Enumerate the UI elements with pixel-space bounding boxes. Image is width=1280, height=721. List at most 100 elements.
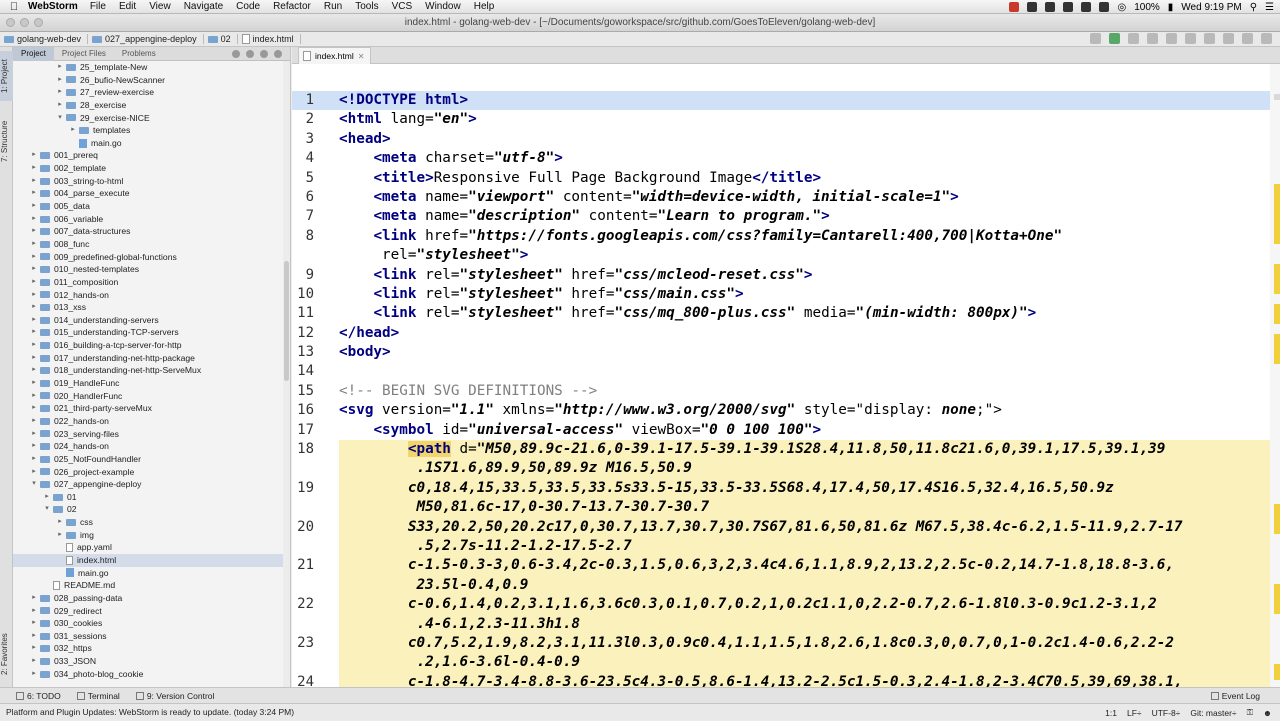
tree-file[interactable]: app.yaml [13,541,290,554]
collapsed-arrow-icon[interactable]: ▸ [30,617,38,630]
collapse-all-icon[interactable] [246,50,254,58]
tab-favorites-tool[interactable]: 2: Favorites [0,627,13,682]
tree-folder[interactable]: ▸ 009_predefined-global-functions [13,251,290,264]
menu-window[interactable]: Window [425,1,461,12]
help-icon[interactable] [1261,33,1272,44]
battery-percent[interactable]: 100% [1134,2,1160,13]
gear-icon[interactable] [260,50,268,58]
scroll-marker[interactable] [1274,184,1280,244]
collapsed-arrow-icon[interactable]: ▸ [30,251,38,264]
panel-tab-project[interactable]: Project [13,47,54,61]
tree-folder[interactable]: ▸ css [13,516,290,529]
tab-version-control[interactable]: 9: Version Control [135,691,214,701]
collapsed-arrow-icon[interactable]: ▸ [30,326,38,339]
close-tab-icon[interactable]: ✕ [358,52,365,61]
collapsed-arrow-icon[interactable]: ▸ [30,225,38,238]
line-separator[interactable]: LF÷ [1127,708,1142,718]
expanded-arrow-icon[interactable]: ▾ [56,112,64,125]
git-branch[interactable]: Git: master÷ [1190,708,1236,718]
collapsed-arrow-icon[interactable]: ▸ [30,605,38,618]
collapsed-arrow-icon[interactable]: ▸ [30,655,38,668]
code-line[interactable]: 22 c-0.6,1.4,0.2,3.1,1.6,3.6c0.3,0.1,0.7… [292,595,1280,635]
tree-folder[interactable]: ▸ 006_variable [13,213,290,226]
editor-scrollbar[interactable] [1270,64,1280,687]
tree-folder[interactable]: ▸ 007_data-structures [13,225,290,238]
code-line[interactable]: 20 S33,20.2,50,20.2c17,0,30.7,13.7,30.7,… [292,517,1280,557]
coverage-icon[interactable] [1147,33,1158,44]
collapsed-arrow-icon[interactable]: ▸ [69,124,77,137]
battery-icon[interactable]: ▮ [1168,2,1174,13]
editor-tab-index-html[interactable]: index.html ✕ [298,47,372,64]
record-icon[interactable] [1009,2,1020,12]
code-area[interactable]: 1 <!DOCTYPE html> 2 <html lang="en"> 3 <head>… [292,91,1280,687]
menu-help[interactable]: Help [474,1,495,12]
debug-icon[interactable] [1128,33,1139,44]
collapsed-arrow-icon[interactable]: ▸ [30,668,38,681]
code-line[interactable]: 13 <body> [292,343,1280,362]
collapsed-arrow-icon[interactable]: ▸ [30,187,38,200]
collapsed-arrow-icon[interactable]: ▸ [56,99,64,112]
tree-folder[interactable]: ▸ 025_NotFoundHandler [13,453,290,466]
collapsed-arrow-icon[interactable]: ▸ [30,263,38,276]
collapsed-arrow-icon[interactable]: ▸ [30,289,38,302]
collapsed-arrow-icon[interactable]: ▸ [30,453,38,466]
menu-list-icon[interactable]: ☰ [1265,2,1274,13]
tray-app-icon[interactable] [1045,2,1056,12]
code-line[interactable]: 2 <html lang="en"> [292,110,1280,129]
code-line[interactable]: 5 <title>Responsive Full Page Background… [292,169,1280,188]
menu-run[interactable]: Run [324,1,342,12]
collapsed-arrow-icon[interactable]: ▸ [30,162,38,175]
tree-folder[interactable]: ▸ 031_sessions [13,630,290,643]
code-line[interactable]: 1 <!DOCTYPE html> [292,91,1280,111]
tree-folder[interactable]: ▸ 012_hands-on [13,289,290,302]
tree-file[interactable]: README.md [13,579,290,592]
code-line[interactable]: 14 [292,362,1280,381]
collapsed-arrow-icon[interactable]: ▸ [30,352,38,365]
collapsed-arrow-icon[interactable]: ▸ [30,402,38,415]
collapsed-arrow-icon[interactable]: ▸ [30,314,38,327]
collapsed-arrow-icon[interactable]: ▸ [56,86,64,99]
scroll-marker[interactable] [1274,334,1280,364]
tree-folder[interactable]: ▸ 015_understanding-TCP-servers [13,326,290,339]
file-encoding[interactable]: UTF-8÷ [1152,708,1181,718]
expanded-arrow-icon[interactable]: ▾ [43,503,51,516]
tree-folder[interactable]: ▸ 023_serving-files [13,428,290,441]
tree-folder[interactable]: ▸ 018_understanding-net-http-ServeMux [13,364,290,377]
collapsed-arrow-icon[interactable]: ▸ [30,238,38,251]
tab-terminal[interactable]: Terminal [76,691,120,701]
scroll-marker[interactable] [1274,264,1280,294]
tree-folder[interactable]: ▸ 020_HandlerFunc [13,390,290,403]
menu-tools[interactable]: Tools [355,1,378,12]
code-line[interactable]: 15 <!-- BEGIN SVG DEFINITIONS --> [292,382,1280,401]
code-line[interactable]: 11 <link rel="stylesheet" href="css/mq_8… [292,304,1280,323]
tree-folder[interactable]: ▸ 26_bufio-NewScanner [13,74,290,87]
tree-folder[interactable]: ▸ 004_parse_execute [13,187,290,200]
tree-folder[interactable]: ▸ 017_understanding-net-http-package [13,352,290,365]
collapsed-arrow-icon[interactable]: ▸ [30,175,38,188]
scroll-marker[interactable] [1274,304,1280,324]
menu-code[interactable]: Code [236,1,260,12]
code-line[interactable]: 8 <link href="https://fonts.googleapis.c… [292,227,1280,266]
collapsed-arrow-icon[interactable]: ▸ [56,529,64,542]
run-config-dropdown-icon[interactable] [1090,33,1101,44]
revert-icon[interactable] [1242,33,1253,44]
expanded-arrow-icon[interactable]: ▾ [30,478,38,491]
tree-folder[interactable]: ▸ 001_prereq [13,149,290,162]
menu-vcs[interactable]: VCS [392,1,413,12]
tree-folder[interactable]: ▾ 02 [13,503,290,516]
tree-folder[interactable]: ▸ 005_data [13,200,290,213]
tree-folder[interactable]: ▸ 033_JSON [13,655,290,668]
scroll-marker[interactable] [1274,584,1280,614]
scroll-marker[interactable] [1274,504,1280,534]
code-line[interactable]: 7 <meta name="description" content="Lear… [292,207,1280,226]
upload-icon[interactable] [1063,2,1074,12]
tree-folder[interactable]: ▸ 029_redirect [13,605,290,618]
collapsed-arrow-icon[interactable]: ▸ [56,61,64,74]
code-line[interactable]: 3 <head> [292,130,1280,149]
code-line[interactable]: 12 </head> [292,324,1280,343]
menu-file[interactable]: File [90,1,106,12]
tree-folder[interactable]: ▸ 008_func [13,238,290,251]
code-editor[interactable]: 1 <!DOCTYPE html> 2 <html lang="en"> 3 <head>… [292,64,1280,687]
breadcrumb-file[interactable]: index.html [241,34,301,44]
tree-folder[interactable]: ▸ 01 [13,491,290,504]
